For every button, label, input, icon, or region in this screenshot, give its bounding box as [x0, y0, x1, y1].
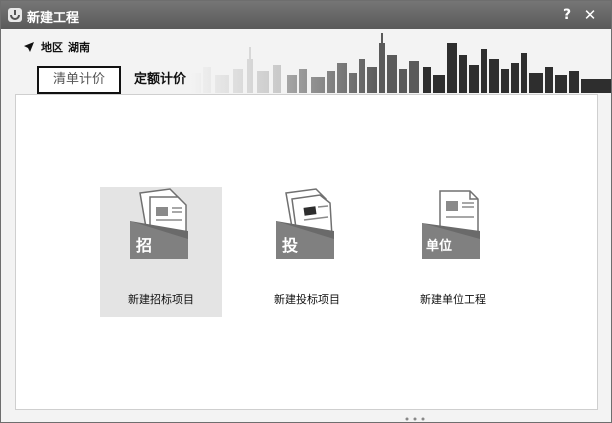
project-type-panel: 招 新建招标项目 投 新建投标项目 单位 新建单位工程	[15, 94, 598, 410]
region-selector[interactable]: 地区 湖南	[23, 39, 90, 55]
tab-bill-pricing[interactable]: 清单计价	[37, 66, 121, 94]
close-button[interactable]: ✕	[581, 5, 599, 25]
title-bar[interactable]: 新建工程 ? ✕	[1, 1, 611, 29]
help-button[interactable]: ?	[558, 5, 576, 25]
card-label: 新建招标项目	[128, 293, 194, 306]
new-bid-submit-project-card[interactable]: 投 新建投标项目	[246, 187, 368, 317]
window-title: 新建工程	[27, 11, 80, 26]
region-label: 地区	[41, 41, 63, 54]
header-banner: 地区 湖南 清单计价 定额计价	[1, 29, 611, 94]
svg-text:招: 招	[136, 236, 152, 255]
location-arrow-icon	[24, 42, 34, 52]
city-skyline-graphic	[191, 29, 611, 93]
bid-invite-document-icon: 招	[130, 188, 188, 259]
new-bid-invite-project-card[interactable]: 招 新建招标项目	[100, 187, 222, 317]
new-unit-project-card[interactable]: 单位 新建单位工程	[392, 187, 514, 317]
bid-submit-document-icon: 投	[276, 188, 334, 259]
svg-text:单位: 单位	[426, 238, 452, 254]
unit-project-document-icon: 单位	[422, 190, 480, 259]
resize-grip-icon	[405, 417, 425, 421]
svg-text:投: 投	[282, 236, 298, 255]
app-logo-icon	[8, 8, 22, 22]
region-value[interactable]: 湖南	[68, 39, 90, 55]
card-label: 新建单位工程	[420, 293, 486, 306]
new-project-dialog: 新建工程 ? ✕ 地区 湖南 清单计价 定额计价 招 新建招标项目 投 新建投标…	[0, 0, 612, 423]
tab-quota-pricing[interactable]: 定额计价	[125, 67, 195, 93]
card-label: 新建投标项目	[274, 293, 340, 306]
